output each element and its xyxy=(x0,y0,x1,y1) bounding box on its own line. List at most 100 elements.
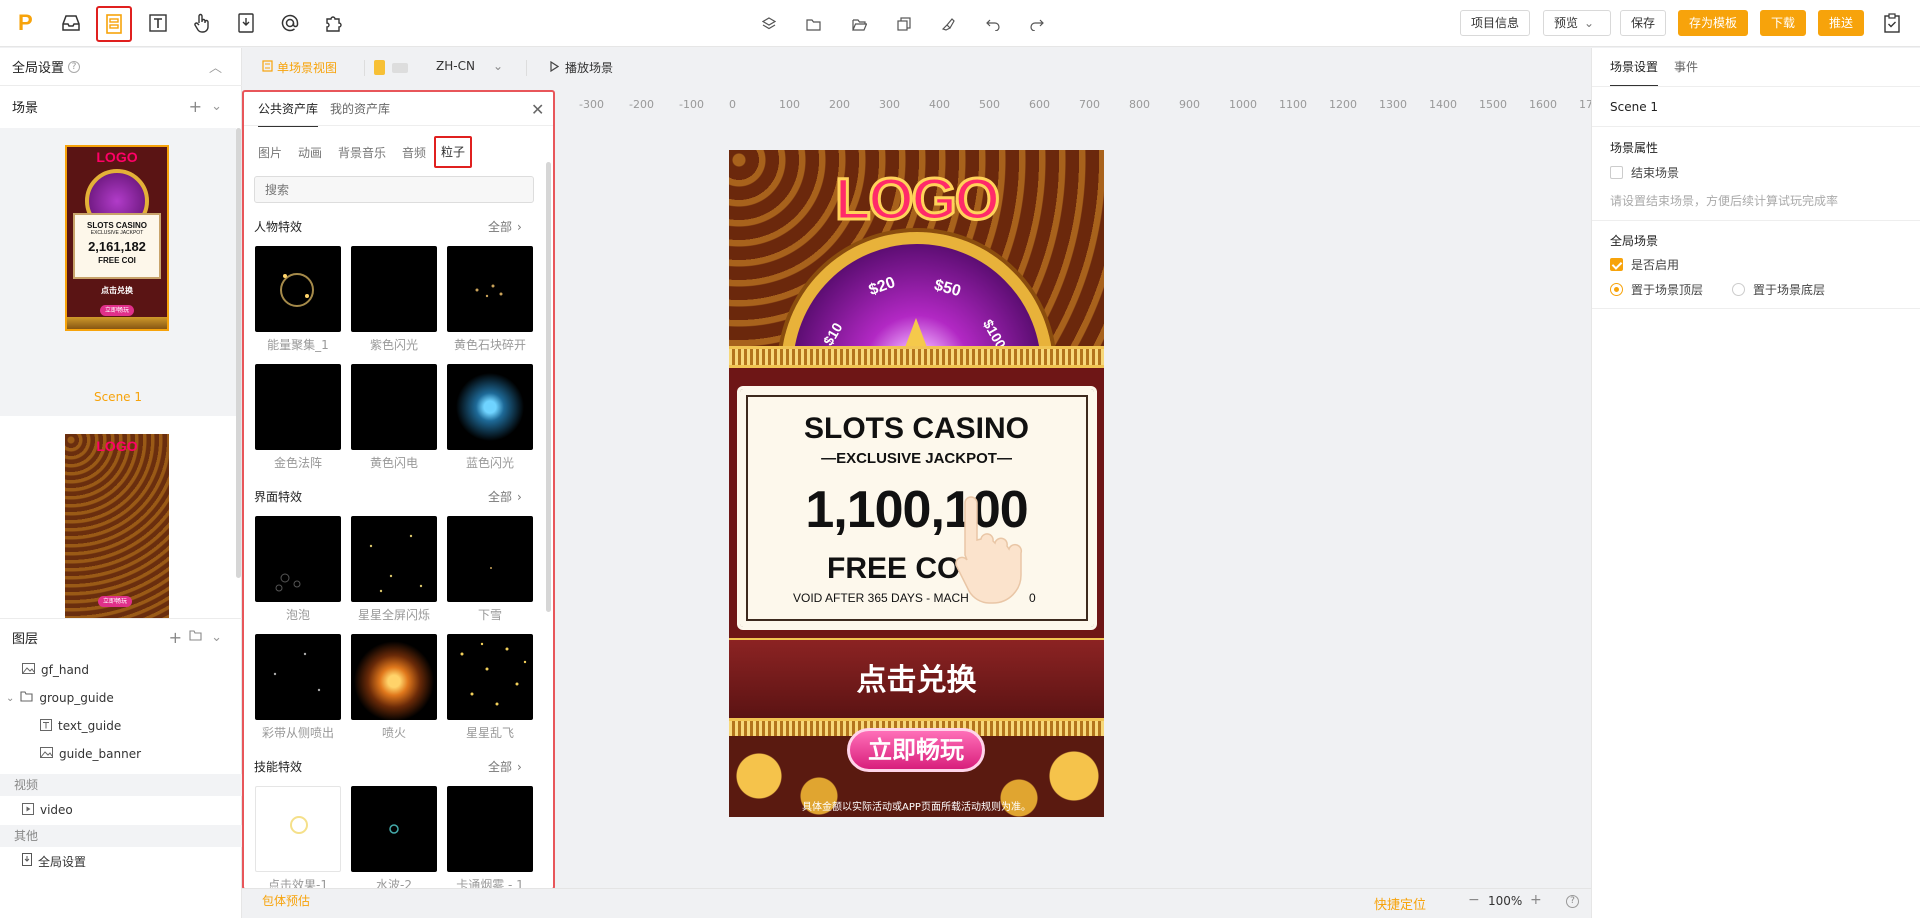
color-swatch-orange[interactable] xyxy=(374,60,385,75)
asset-energy-gather[interactable] xyxy=(255,246,341,332)
save-template-button[interactable]: 存为模板 xyxy=(1678,10,1749,36)
subtab-particles[interactable]: 粒子 xyxy=(434,136,472,168)
tab-my-assets[interactable]: 我的资产库 xyxy=(330,100,390,117)
subtab-animations[interactable]: 动画 xyxy=(298,144,322,161)
layer-guide-banner[interactable]: guide_banner xyxy=(0,740,242,768)
inbox-icon[interactable] xyxy=(55,8,87,38)
asset-yellow-lightning[interactable] xyxy=(351,364,437,450)
close-icon[interactable]: ✕ xyxy=(531,100,544,119)
chevron-down-icon[interactable]: ⌄ xyxy=(6,693,14,704)
scene-item-2[interactable]: LOGO 立即畅玩 xyxy=(0,418,236,618)
enabled-checkbox[interactable]: 是否启用 xyxy=(1610,256,1679,273)
layer-gf-hand[interactable]: gf_hand xyxy=(0,656,242,684)
folder-icon[interactable] xyxy=(189,630,202,645)
global-settings-header[interactable]: 全局设置 ? ︿ xyxy=(0,48,242,86)
asset-label: 黄色闪电 xyxy=(369,456,418,470)
asset-fire[interactable] xyxy=(351,634,437,720)
brand-logo[interactable]: P xyxy=(18,11,40,35)
chevron-up-icon[interactable]: ︿ xyxy=(209,57,222,76)
play-now-button[interactable]: 立即畅玩 xyxy=(847,728,985,772)
layers-icon[interactable] xyxy=(756,11,782,37)
properties-panel: 场景设置 事件 Scene 1 场景属性 结束场景 请设置结束场景，方便后续计算… xyxy=(1591,48,1920,918)
layer-group-guide[interactable]: ⌄ group_guide xyxy=(0,684,242,712)
tab-scene-settings[interactable]: 场景设置 xyxy=(1610,58,1659,87)
brush-icon[interactable] xyxy=(935,11,961,37)
redeem-text[interactable]: 点击兑换 xyxy=(729,655,1104,699)
asset-stars-flying[interactable] xyxy=(447,634,533,720)
clipboard-check-icon[interactable] xyxy=(1876,8,1908,38)
folder-icon[interactable] xyxy=(800,11,826,37)
language-value: ZH-CN xyxy=(436,59,475,73)
help-icon[interactable]: ? xyxy=(1566,895,1579,908)
tab-public-assets[interactable]: 公共资产库 xyxy=(258,100,319,127)
language-select[interactable]: ZH-CN ⌄ xyxy=(436,59,503,73)
undo-icon[interactable] xyxy=(980,11,1006,37)
ruler-tick-label: 1100 xyxy=(1279,98,1307,111)
subtab-images[interactable]: 图片 xyxy=(258,144,282,161)
ruler-tick-label: 1300 xyxy=(1379,98,1407,111)
scene-item-1[interactable]: LOGO SLOTS CASINO EXCLUSIVE JACKPOT 2,16… xyxy=(0,128,236,416)
asset-label: 水波-2 xyxy=(376,878,412,888)
asset-cartoon-smoke[interactable] xyxy=(447,786,533,872)
bottom-layer-radio[interactable]: 置于场景底层 xyxy=(1732,281,1825,298)
asset-bubbles[interactable] xyxy=(255,516,341,602)
zoom-in-button[interactable]: + xyxy=(1530,892,1542,908)
ticket-amount: 1,100,100 xyxy=(805,481,1028,539)
end-scene-label: 结束场景 xyxy=(1631,166,1680,180)
asset-ribbon-spray[interactable] xyxy=(255,634,341,720)
asset-scrollbar[interactable] xyxy=(546,162,551,612)
thumb-ticket: SLOTS CASINO EXCLUSIVE JACKPOT 2,161,182… xyxy=(73,213,161,279)
add-scene-icon[interactable]: + xyxy=(189,97,202,116)
import-icon[interactable] xyxy=(230,8,262,38)
layer-global-settings[interactable]: 全局设置 xyxy=(0,847,242,875)
save-button[interactable]: 保存 xyxy=(1620,10,1667,36)
folder-open-icon[interactable] xyxy=(846,11,872,37)
play-scene-button[interactable]: 播放场景 xyxy=(550,59,613,76)
single-view-toggle[interactable]: 单场景视图 xyxy=(262,59,337,76)
scene-scrollbar[interactable] xyxy=(236,128,241,578)
pointer-hand-icon[interactable] xyxy=(186,8,218,38)
plugin-icon[interactable] xyxy=(318,8,350,38)
asset-blue-flash[interactable] xyxy=(447,364,533,450)
layer-text-guide[interactable]: text_guide xyxy=(0,712,242,740)
color-swatch-gray[interactable] xyxy=(392,63,408,73)
project-info-button[interactable]: 项目信息 xyxy=(1460,10,1531,36)
scene-canvas[interactable]: LOGO $20 $50 $10 $100 SLOTS CASINO —EXCL… xyxy=(729,150,1104,817)
end-scene-checkbox[interactable]: 结束场景 xyxy=(1610,164,1679,181)
scene-layout-icon[interactable] xyxy=(96,6,132,42)
chevron-down-icon[interactable]: ⌄ xyxy=(211,630,222,645)
text-icon[interactable] xyxy=(142,8,174,38)
asset-ripple[interactable] xyxy=(351,786,437,872)
subtab-audio[interactable]: 音频 xyxy=(402,144,426,161)
add-layer-icon[interactable]: + xyxy=(169,628,182,647)
layer-video[interactable]: video xyxy=(0,796,242,824)
asset-click-effect[interactable] xyxy=(255,786,341,872)
push-button[interactable]: 推送 xyxy=(1818,10,1865,36)
at-icon[interactable] xyxy=(274,8,306,38)
section-character-effects-more[interactable]: 全部 › xyxy=(488,218,522,235)
help-icon[interactable]: ? xyxy=(68,60,81,73)
zoom-out-button[interactable]: − xyxy=(1468,892,1480,908)
asset-star-flash[interactable] xyxy=(351,516,437,602)
redo-icon[interactable] xyxy=(1024,11,1050,37)
asset-snow[interactable] xyxy=(447,516,533,602)
tab-events[interactable]: 事件 xyxy=(1674,58,1698,75)
guide-hand-icon[interactable] xyxy=(955,495,1027,605)
asset-yellow-rock[interactable] xyxy=(447,246,533,332)
preview-dropdown[interactable]: 预览 ⌄ xyxy=(1543,10,1611,36)
asset-purple-flash[interactable] xyxy=(351,246,437,332)
import-icon xyxy=(22,853,32,869)
asset-search-input[interactable] xyxy=(254,176,534,203)
package-estimate-link[interactable]: 包体预估 xyxy=(262,892,310,909)
download-button[interactable]: 下载 xyxy=(1760,10,1807,36)
section-skill-effects-more[interactable]: 全部 › xyxy=(488,758,522,775)
ticket-title: SLOTS CASINO xyxy=(803,412,1029,445)
thumb2-logo: LOGO xyxy=(96,438,138,454)
asset-gold-array[interactable] xyxy=(255,364,341,450)
section-ui-effects-more[interactable]: 全部 › xyxy=(488,488,522,505)
copy-icon[interactable] xyxy=(891,11,917,37)
chevron-down-icon[interactable]: ⌄ xyxy=(211,99,222,114)
subtab-bgm[interactable]: 背景音乐 xyxy=(338,144,386,161)
top-layer-radio[interactable]: 置于场景顶层 xyxy=(1610,281,1703,298)
quick-locate-link[interactable]: 快捷定位 xyxy=(1374,894,1426,913)
